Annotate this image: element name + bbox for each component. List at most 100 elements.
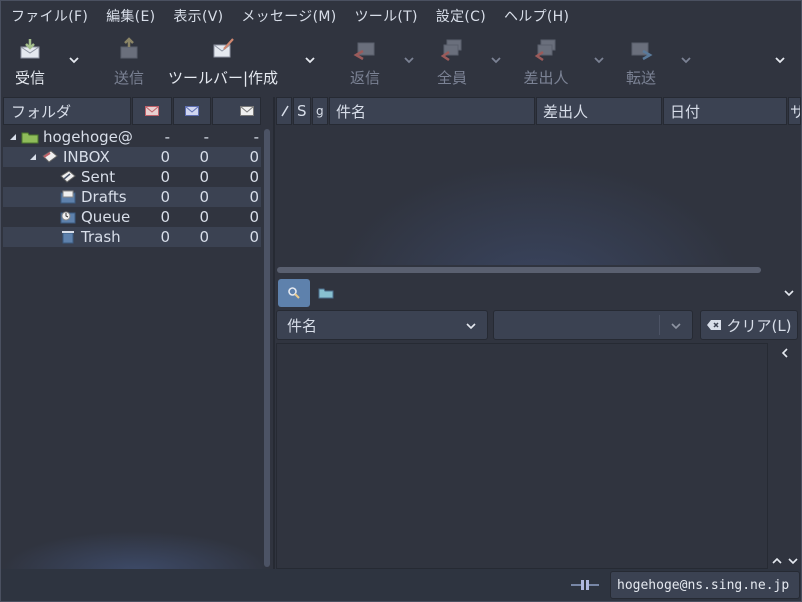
- reply-icon: [353, 42, 375, 61]
- folder-row-account[interactable]: hogehoge@ - - -: [3, 127, 261, 147]
- folder-header-label: フォルダ: [11, 102, 72, 121]
- account-address: hogehoge@ns.sing.ne.jp: [617, 577, 790, 593]
- menu-edit[interactable]: 編集(E): [100, 6, 161, 26]
- new-count: 0: [199, 228, 209, 246]
- unread-count: -: [164, 128, 170, 146]
- chevron-up-icon[interactable]: [771, 555, 783, 567]
- message-list-hscrollbar[interactable]: [277, 267, 761, 273]
- unread-count: 0: [160, 188, 170, 206]
- pane-splitter[interactable]: [273, 97, 275, 569]
- folder-name: Queue: [81, 208, 131, 226]
- reply-button[interactable]: 返信: [347, 35, 383, 91]
- total-count: 0: [249, 168, 259, 186]
- reply-all-button[interactable]: 全員: [434, 35, 470, 91]
- account-status[interactable]: hogehoge@ns.sing.ne.jp: [610, 571, 800, 599]
- send-label: 送信: [113, 69, 144, 87]
- receive-label: 受信: [14, 69, 45, 87]
- receive-button[interactable]: 受信: [11, 35, 49, 91]
- new-count: 0: [199, 208, 209, 226]
- size-column-label: サ: [790, 101, 800, 122]
- mark-column-header[interactable]: [276, 97, 292, 125]
- clear-button[interactable]: クリア(L): [700, 310, 798, 340]
- total-count: 0: [249, 148, 259, 166]
- quick-search-bar: 件名 クリア(L): [276, 310, 801, 340]
- queue-icon: [60, 211, 76, 224]
- message-view-tabbar: [276, 279, 801, 307]
- folder-panel-glow: [1, 531, 271, 571]
- folder-column-header[interactable]: フォルダ: [3, 97, 131, 125]
- chevron-down-icon[interactable]: [670, 320, 682, 332]
- compose-icon: [213, 38, 234, 58]
- menu-tools[interactable]: ツール(T): [349, 6, 424, 26]
- compose-button[interactable]: ツールバー|作成: [165, 35, 281, 91]
- reply-sender-button[interactable]: 差出人: [521, 35, 571, 91]
- search-icon: [288, 287, 300, 299]
- reply-all-dropdown-chevron-icon[interactable]: [489, 53, 503, 67]
- unread-column-header[interactable]: [132, 97, 172, 125]
- folder-panel: フォルダ hogehoge@ - - - INBOX 0 0 0 Sent 0 …: [3, 97, 261, 567]
- unread-count: 0: [160, 208, 170, 226]
- folder-header: フォルダ: [3, 97, 261, 125]
- expand-arrow-icon[interactable]: [9, 133, 17, 141]
- unread-count: 0: [160, 148, 170, 166]
- attachment-column-header[interactable]: g: [312, 97, 328, 125]
- search-tab[interactable]: [278, 279, 310, 307]
- folder-row-drafts[interactable]: Drafts 0 0 0: [3, 187, 261, 207]
- search-field-select[interactable]: 件名: [276, 310, 488, 340]
- forward-dropdown-chevron-icon[interactable]: [679, 53, 693, 67]
- total-count: 0: [249, 228, 259, 246]
- backspace-icon: [707, 320, 722, 330]
- folder-open-icon: [318, 288, 334, 299]
- folder-row-sent[interactable]: Sent 0 0 0: [3, 167, 261, 187]
- status-column-header[interactable]: S: [293, 97, 311, 125]
- account-folder-icon: [21, 132, 39, 144]
- folder-scrollbar[interactable]: [264, 129, 270, 567]
- folder-row-trash[interactable]: Trash 0 0 0: [3, 227, 261, 247]
- reply-all-label: 全員: [436, 69, 467, 87]
- folder-tab[interactable]: [310, 279, 342, 307]
- subject-column-header[interactable]: 件名: [329, 97, 535, 125]
- menu-config[interactable]: 設定(C): [430, 6, 492, 26]
- total-column-header[interactable]: [212, 97, 261, 125]
- menubar: ファイル(F) 編集(E) 表示(V) メッセージ(M) ツール(T) 設定(C…: [1, 1, 801, 31]
- reply-dropdown-chevron-icon[interactable]: [402, 53, 416, 67]
- message-list[interactable]: [276, 125, 801, 265]
- new-count: 0: [199, 168, 209, 186]
- toolbar-overflow-chevron-icon[interactable]: [773, 53, 787, 67]
- sent-icon: [60, 170, 76, 183]
- menu-message[interactable]: メッセージ(M): [235, 6, 342, 26]
- expand-arrow-icon[interactable]: [29, 153, 37, 161]
- online-connection-icon[interactable]: [571, 579, 599, 591]
- menu-file[interactable]: ファイル(F): [5, 6, 94, 26]
- mark-icon: [281, 105, 289, 117]
- from-column-header[interactable]: 差出人: [536, 97, 662, 125]
- new-mail-icon: [185, 106, 199, 116]
- tabbar-collapse-chevron-icon[interactable]: [783, 287, 795, 299]
- folder-name: Sent: [81, 168, 116, 186]
- reply-all-icon: [440, 39, 462, 61]
- total-count: -: [253, 128, 259, 146]
- compose-dropdown-chevron-icon[interactable]: [303, 53, 317, 67]
- search-text-combo[interactable]: [493, 310, 693, 340]
- message-preview[interactable]: [276, 343, 768, 569]
- inbox-icon: [42, 150, 58, 163]
- subject-column-label: 件名: [336, 102, 367, 121]
- size-column-header[interactable]: サ: [788, 97, 801, 125]
- unread-mail-icon: [145, 106, 159, 116]
- new-column-header[interactable]: [173, 97, 211, 125]
- menu-help[interactable]: ヘルプ(H): [498, 6, 575, 26]
- chevron-down-icon[interactable]: [787, 555, 799, 567]
- folder-name: INBOX: [63, 148, 110, 166]
- forward-button[interactable]: 転送: [623, 35, 659, 91]
- receive-dropdown-chevron-icon[interactable]: [67, 53, 81, 67]
- search-field-value: 件名: [287, 316, 318, 335]
- date-column-header[interactable]: 日付: [663, 97, 787, 125]
- folder-row-inbox[interactable]: INBOX 0 0 0: [3, 147, 261, 167]
- send-button[interactable]: 送信: [111, 35, 147, 91]
- reply-sender-dropdown-chevron-icon[interactable]: [592, 53, 606, 67]
- folder-row-queue[interactable]: Queue 0 0 0: [3, 207, 261, 227]
- compose-label: ツールバー|作成: [167, 69, 279, 87]
- chevron-left-icon[interactable]: [779, 347, 791, 359]
- menu-view[interactable]: 表示(V): [167, 6, 229, 26]
- unread-count: 0: [160, 228, 170, 246]
